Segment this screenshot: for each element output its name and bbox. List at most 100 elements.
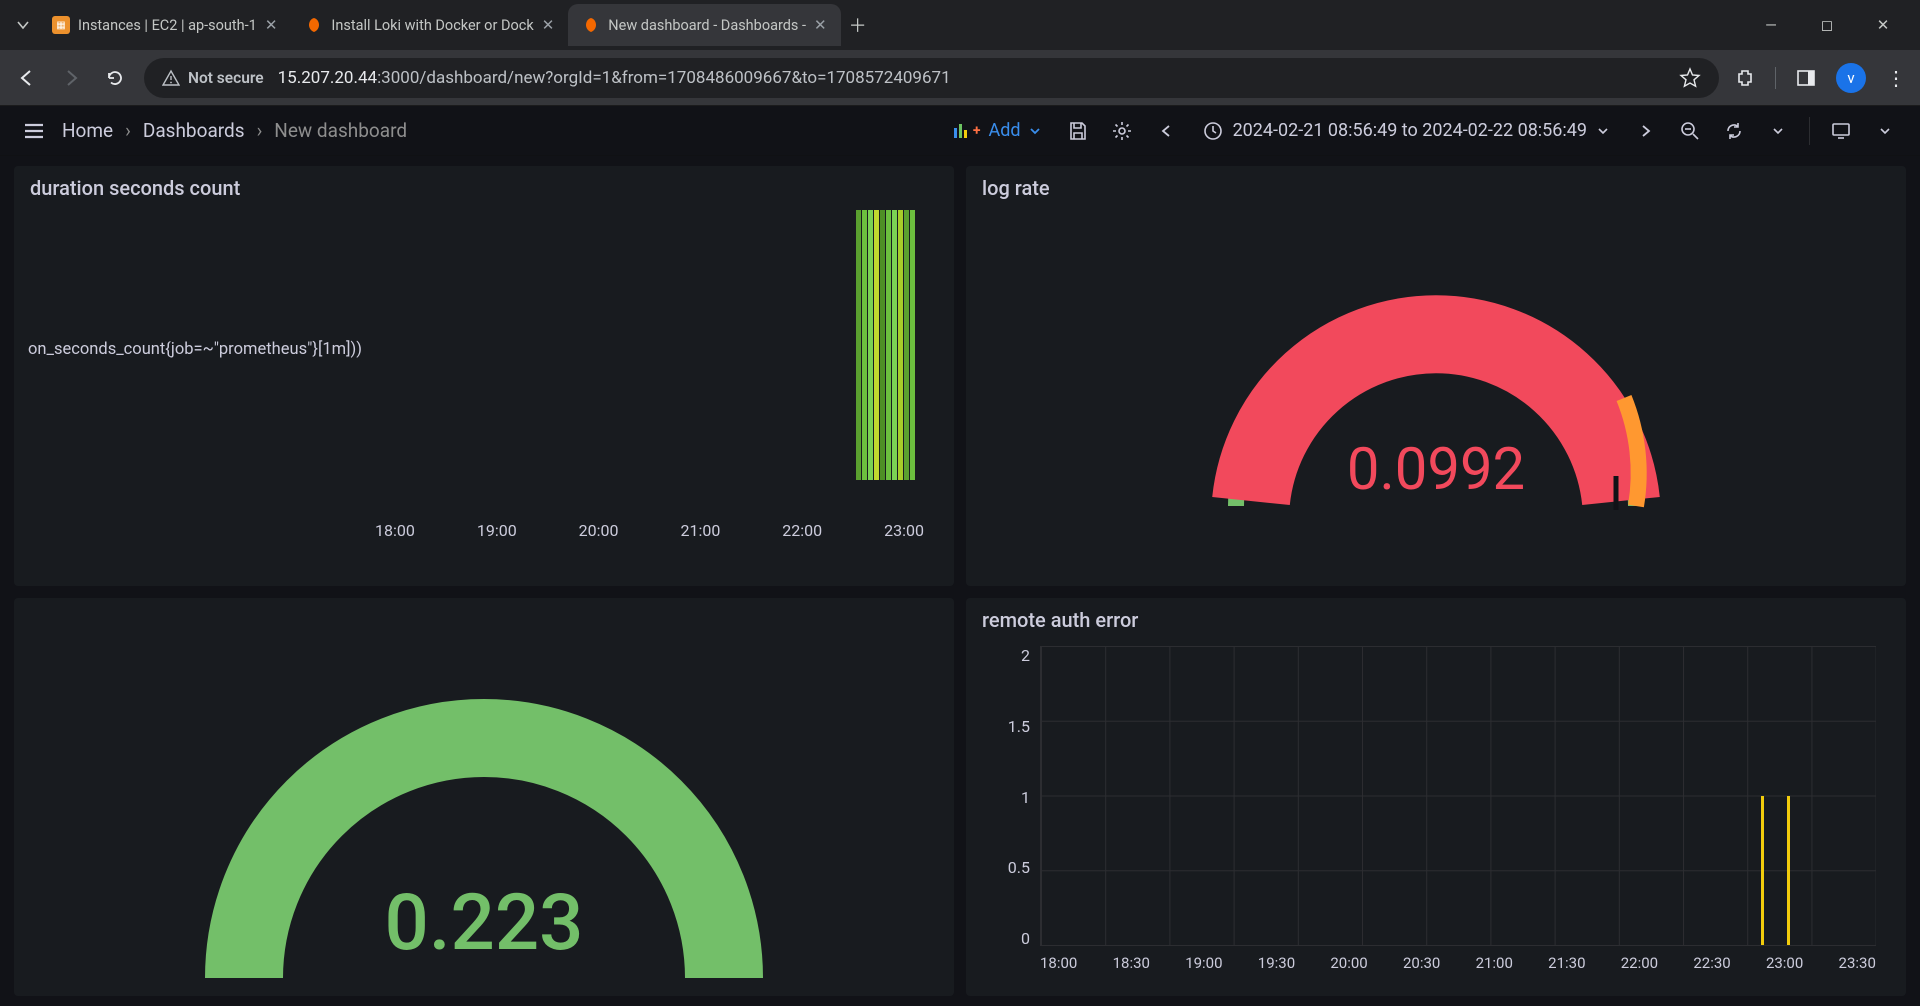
add-label: Add (989, 120, 1021, 141)
chrome-menu-icon[interactable]: ⋮ (1884, 66, 1908, 90)
zoom-out-button[interactable] (1671, 113, 1709, 149)
close-icon[interactable]: ✕ (814, 16, 827, 34)
tab-dashboard[interactable]: New dashboard - Dashboards - ✕ (568, 4, 840, 46)
tick-label: 21:00 (680, 521, 720, 540)
plus-icon: + (973, 123, 981, 139)
panel-gauge-green[interactable]: 0.223 (14, 598, 954, 996)
chevron-right-icon: › (125, 119, 131, 142)
grafana-toolbar: Home › Dashboards › New dashboard + Add … (0, 106, 1920, 156)
security-indicator[interactable]: Not secure (162, 69, 264, 87)
tv-mode-button[interactable] (1822, 113, 1860, 149)
chevron-down-icon (1029, 125, 1041, 137)
panel-title[interactable]: log rate (982, 176, 1890, 200)
panel-remote-auth-error[interactable]: remote auth error 2 1.5 1 0.5 0 18:00 18… (966, 598, 1906, 996)
aws-icon: ▦ (52, 16, 70, 34)
browser-right-icons: v ⋮ (1733, 63, 1908, 93)
tick-label: 18:00 (375, 521, 415, 540)
tab-search-dropdown[interactable] (8, 6, 38, 44)
data-spike (1787, 796, 1790, 946)
time-back-button[interactable] (1147, 113, 1185, 149)
chart: 2 1.5 1 0.5 0 18:00 18:30 19:00 19:30 20… (982, 638, 1890, 976)
tick-label: 20:30 (1403, 954, 1440, 972)
new-tab-button[interactable]: ＋ (841, 8, 875, 42)
profile-avatar[interactable]: v (1836, 63, 1866, 93)
time-range-label: 2024-02-21 08:56:49 to 2024-02-22 08:56:… (1233, 120, 1587, 141)
nav-menu-button[interactable] (16, 113, 52, 149)
time-range-picker[interactable]: 2024-02-21 08:56:49 to 2024-02-22 08:56:… (1191, 113, 1621, 149)
tick-label: 21:00 (1476, 954, 1513, 972)
chevron-right-icon: › (257, 119, 263, 142)
tick-label: 1 (986, 788, 1030, 807)
reload-button[interactable] (100, 63, 130, 93)
tick-label: 20:00 (579, 521, 619, 540)
tick-label: 22:00 (1621, 954, 1658, 972)
browser-toolbar: Not secure 15.207.20.44:3000/dashboard/n… (0, 50, 1920, 106)
maximize-button[interactable]: ◻ (1812, 16, 1842, 34)
tick-label: 23:00 (1766, 954, 1803, 972)
toolbar-right: + Add 2024-02-21 08:56:49 to 2024-02-22 … (942, 113, 1904, 149)
tick-label: 0.5 (986, 858, 1030, 877)
window-controls: ― ◻ ✕ (1756, 16, 1912, 34)
y-axis: 2 1.5 1 0.5 0 (986, 646, 1030, 948)
tick-label: 19:00 (477, 521, 517, 540)
panel-body: on_seconds_count{job=~"prometheus"}[1m])… (30, 210, 938, 550)
clock-icon (1203, 121, 1223, 141)
minimize-button[interactable]: ― (1756, 16, 1786, 34)
panel-duration-seconds-count[interactable]: duration seconds count on_seconds_count{… (14, 166, 954, 586)
close-icon[interactable]: ✕ (265, 16, 278, 34)
divider (1775, 67, 1776, 89)
refresh-interval-button[interactable] (1759, 113, 1797, 149)
chevron-down-icon (1879, 125, 1891, 137)
tick-label: 20:00 (1330, 954, 1367, 972)
breadcrumb-dashboards[interactable]: Dashboards (143, 119, 245, 142)
extensions-icon[interactable] (1733, 66, 1757, 90)
time-forward-button[interactable] (1627, 113, 1665, 149)
grafana-icon (582, 16, 600, 34)
tick-label: 19:00 (1185, 954, 1222, 972)
data-spike (1761, 796, 1764, 946)
plot-area (1040, 646, 1876, 946)
breadcrumb-current: New dashboard (274, 119, 407, 142)
tab-ec2[interactable]: ▦ Instances | EC2 | ap-south-1 ✕ (38, 4, 291, 46)
not-secure-label: Not secure (188, 69, 264, 87)
tick-label: 22:00 (782, 521, 822, 540)
breadcrumb-home[interactable]: Home (62, 119, 113, 142)
tick-label: 18:00 (1040, 954, 1077, 972)
tick-label: 21:30 (1548, 954, 1585, 972)
chevron-down-icon (1772, 125, 1784, 137)
back-button[interactable] (12, 63, 42, 93)
tab-loki[interactable]: Install Loki with Docker or Dock ✕ (291, 4, 568, 46)
gauge: 0.223 (30, 608, 938, 986)
settings-button[interactable] (1103, 113, 1141, 149)
tick-label: 23:00 (884, 521, 924, 540)
close-window-button[interactable]: ✕ (1868, 16, 1898, 34)
tick-label: 0 (986, 929, 1030, 948)
tv-mode-dropdown[interactable] (1866, 113, 1904, 149)
chevron-down-icon (1597, 125, 1609, 137)
grafana-icon (305, 16, 323, 34)
add-panel-button[interactable]: + Add (942, 114, 1053, 147)
panel-title[interactable]: duration seconds count (30, 176, 938, 200)
refresh-button[interactable] (1715, 113, 1753, 149)
tick-label: 2 (986, 646, 1030, 665)
tab-title: Instances | EC2 | ap-south-1 (78, 17, 257, 34)
save-button[interactable] (1059, 113, 1097, 149)
tick-label: 23:30 (1839, 954, 1876, 972)
tab-title: New dashboard - Dashboards - (608, 17, 806, 34)
legend-text: on_seconds_count{job=~"prometheus"}[1m])… (28, 340, 362, 359)
tick-label: 1.5 (986, 717, 1030, 736)
forward-button[interactable] (56, 63, 86, 93)
panel-log-rate[interactable]: log rate 0.0992 (966, 166, 1906, 586)
gauge-value: 0.223 (385, 878, 584, 969)
tab-title: Install Loki with Docker or Dock (331, 17, 533, 34)
gauge: 0.0992 (982, 206, 1890, 586)
side-panel-icon[interactable] (1794, 66, 1818, 90)
close-icon[interactable]: ✕ (542, 16, 555, 34)
divider (1809, 117, 1810, 145)
tick-label: 19:30 (1258, 954, 1295, 972)
star-icon[interactable] (1679, 67, 1701, 89)
address-bar[interactable]: Not secure 15.207.20.44:3000/dashboard/n… (144, 58, 1719, 98)
panel-title[interactable]: remote auth error (982, 608, 1890, 632)
url-text: 15.207.20.44:3000/dashboard/new?orgId=1&… (278, 68, 951, 88)
stacked-bars (850, 210, 920, 480)
